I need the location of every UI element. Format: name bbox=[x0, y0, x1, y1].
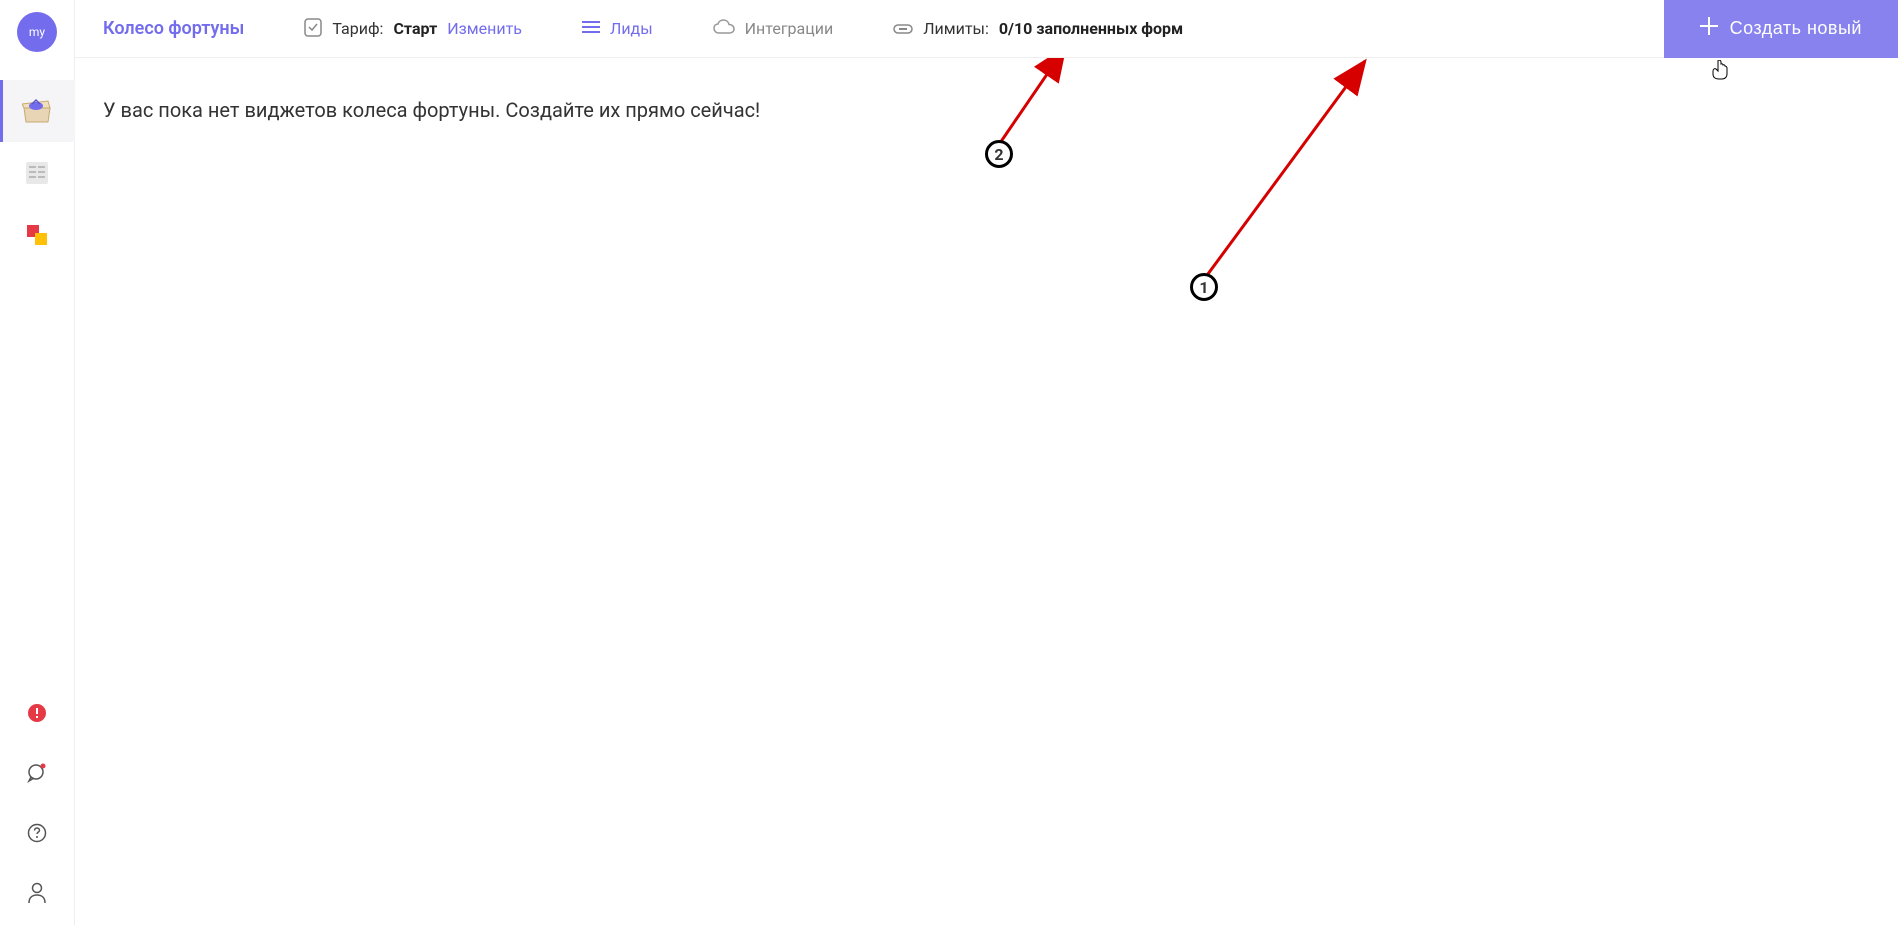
change-tariff-link[interactable]: Изменить bbox=[447, 19, 522, 38]
empty-state-message: У вас пока нет виджетов колеса фортуны. … bbox=[103, 98, 1870, 122]
sidebar-item-wheel[interactable] bbox=[0, 80, 75, 142]
help-icon bbox=[27, 823, 47, 847]
integrations-link: Интеграции bbox=[745, 19, 834, 38]
tariff-group: Тариф: Старт Изменить bbox=[304, 17, 522, 41]
header: Колесо фортуны Тариф: Старт Изменить bbox=[75, 0, 1898, 58]
leads-link: Лиды bbox=[610, 19, 653, 38]
plus-icon bbox=[1700, 17, 1718, 40]
sidebar: my bbox=[0, 0, 75, 925]
alert-icon bbox=[28, 704, 46, 726]
limits-value: 0/10 заполненных форм bbox=[999, 19, 1183, 38]
sidebar-chat[interactable] bbox=[17, 755, 57, 795]
create-new-button[interactable]: Создать новый bbox=[1664, 0, 1898, 58]
create-button-label: Создать новый bbox=[1730, 18, 1862, 39]
integrations-link-group[interactable]: Интеграции bbox=[713, 19, 834, 39]
avatar-label: my bbox=[29, 25, 45, 39]
form-icon bbox=[24, 160, 50, 186]
tariff-value: Старт bbox=[393, 19, 437, 38]
cloud-icon bbox=[713, 19, 735, 39]
squares-icon bbox=[25, 223, 49, 247]
content-area: У вас пока нет виджетов колеса фортуны. … bbox=[75, 58, 1898, 925]
sidebar-item-forms[interactable] bbox=[0, 142, 75, 204]
menu-lines-icon bbox=[582, 19, 600, 38]
sidebar-profile[interactable] bbox=[17, 875, 57, 915]
sidebar-alert[interactable] bbox=[17, 695, 57, 735]
link-icon bbox=[893, 19, 913, 38]
tariff-label: Тариф: bbox=[332, 19, 383, 38]
sidebar-help[interactable] bbox=[17, 815, 57, 855]
limits-group: Лимиты: 0/10 заполненных форм bbox=[893, 19, 1183, 38]
user-icon bbox=[27, 882, 47, 908]
chat-icon bbox=[26, 763, 48, 787]
page-title: Колесо фортуны bbox=[103, 18, 244, 39]
avatar[interactable]: my bbox=[17, 12, 57, 52]
main: Колесо фортуны Тариф: Старт Изменить bbox=[75, 0, 1898, 925]
box-icon bbox=[22, 98, 52, 124]
annotation-marker-2: 2 bbox=[985, 140, 1013, 168]
annotation-marker-1: 1 bbox=[1190, 273, 1218, 301]
annotation-overlay bbox=[75, 58, 1898, 858]
limits-label: Лимиты: bbox=[923, 19, 989, 38]
leads-link-group[interactable]: Лиды bbox=[582, 19, 653, 38]
check-badge-icon bbox=[304, 17, 322, 41]
sidebar-item-apps[interactable] bbox=[0, 204, 75, 266]
